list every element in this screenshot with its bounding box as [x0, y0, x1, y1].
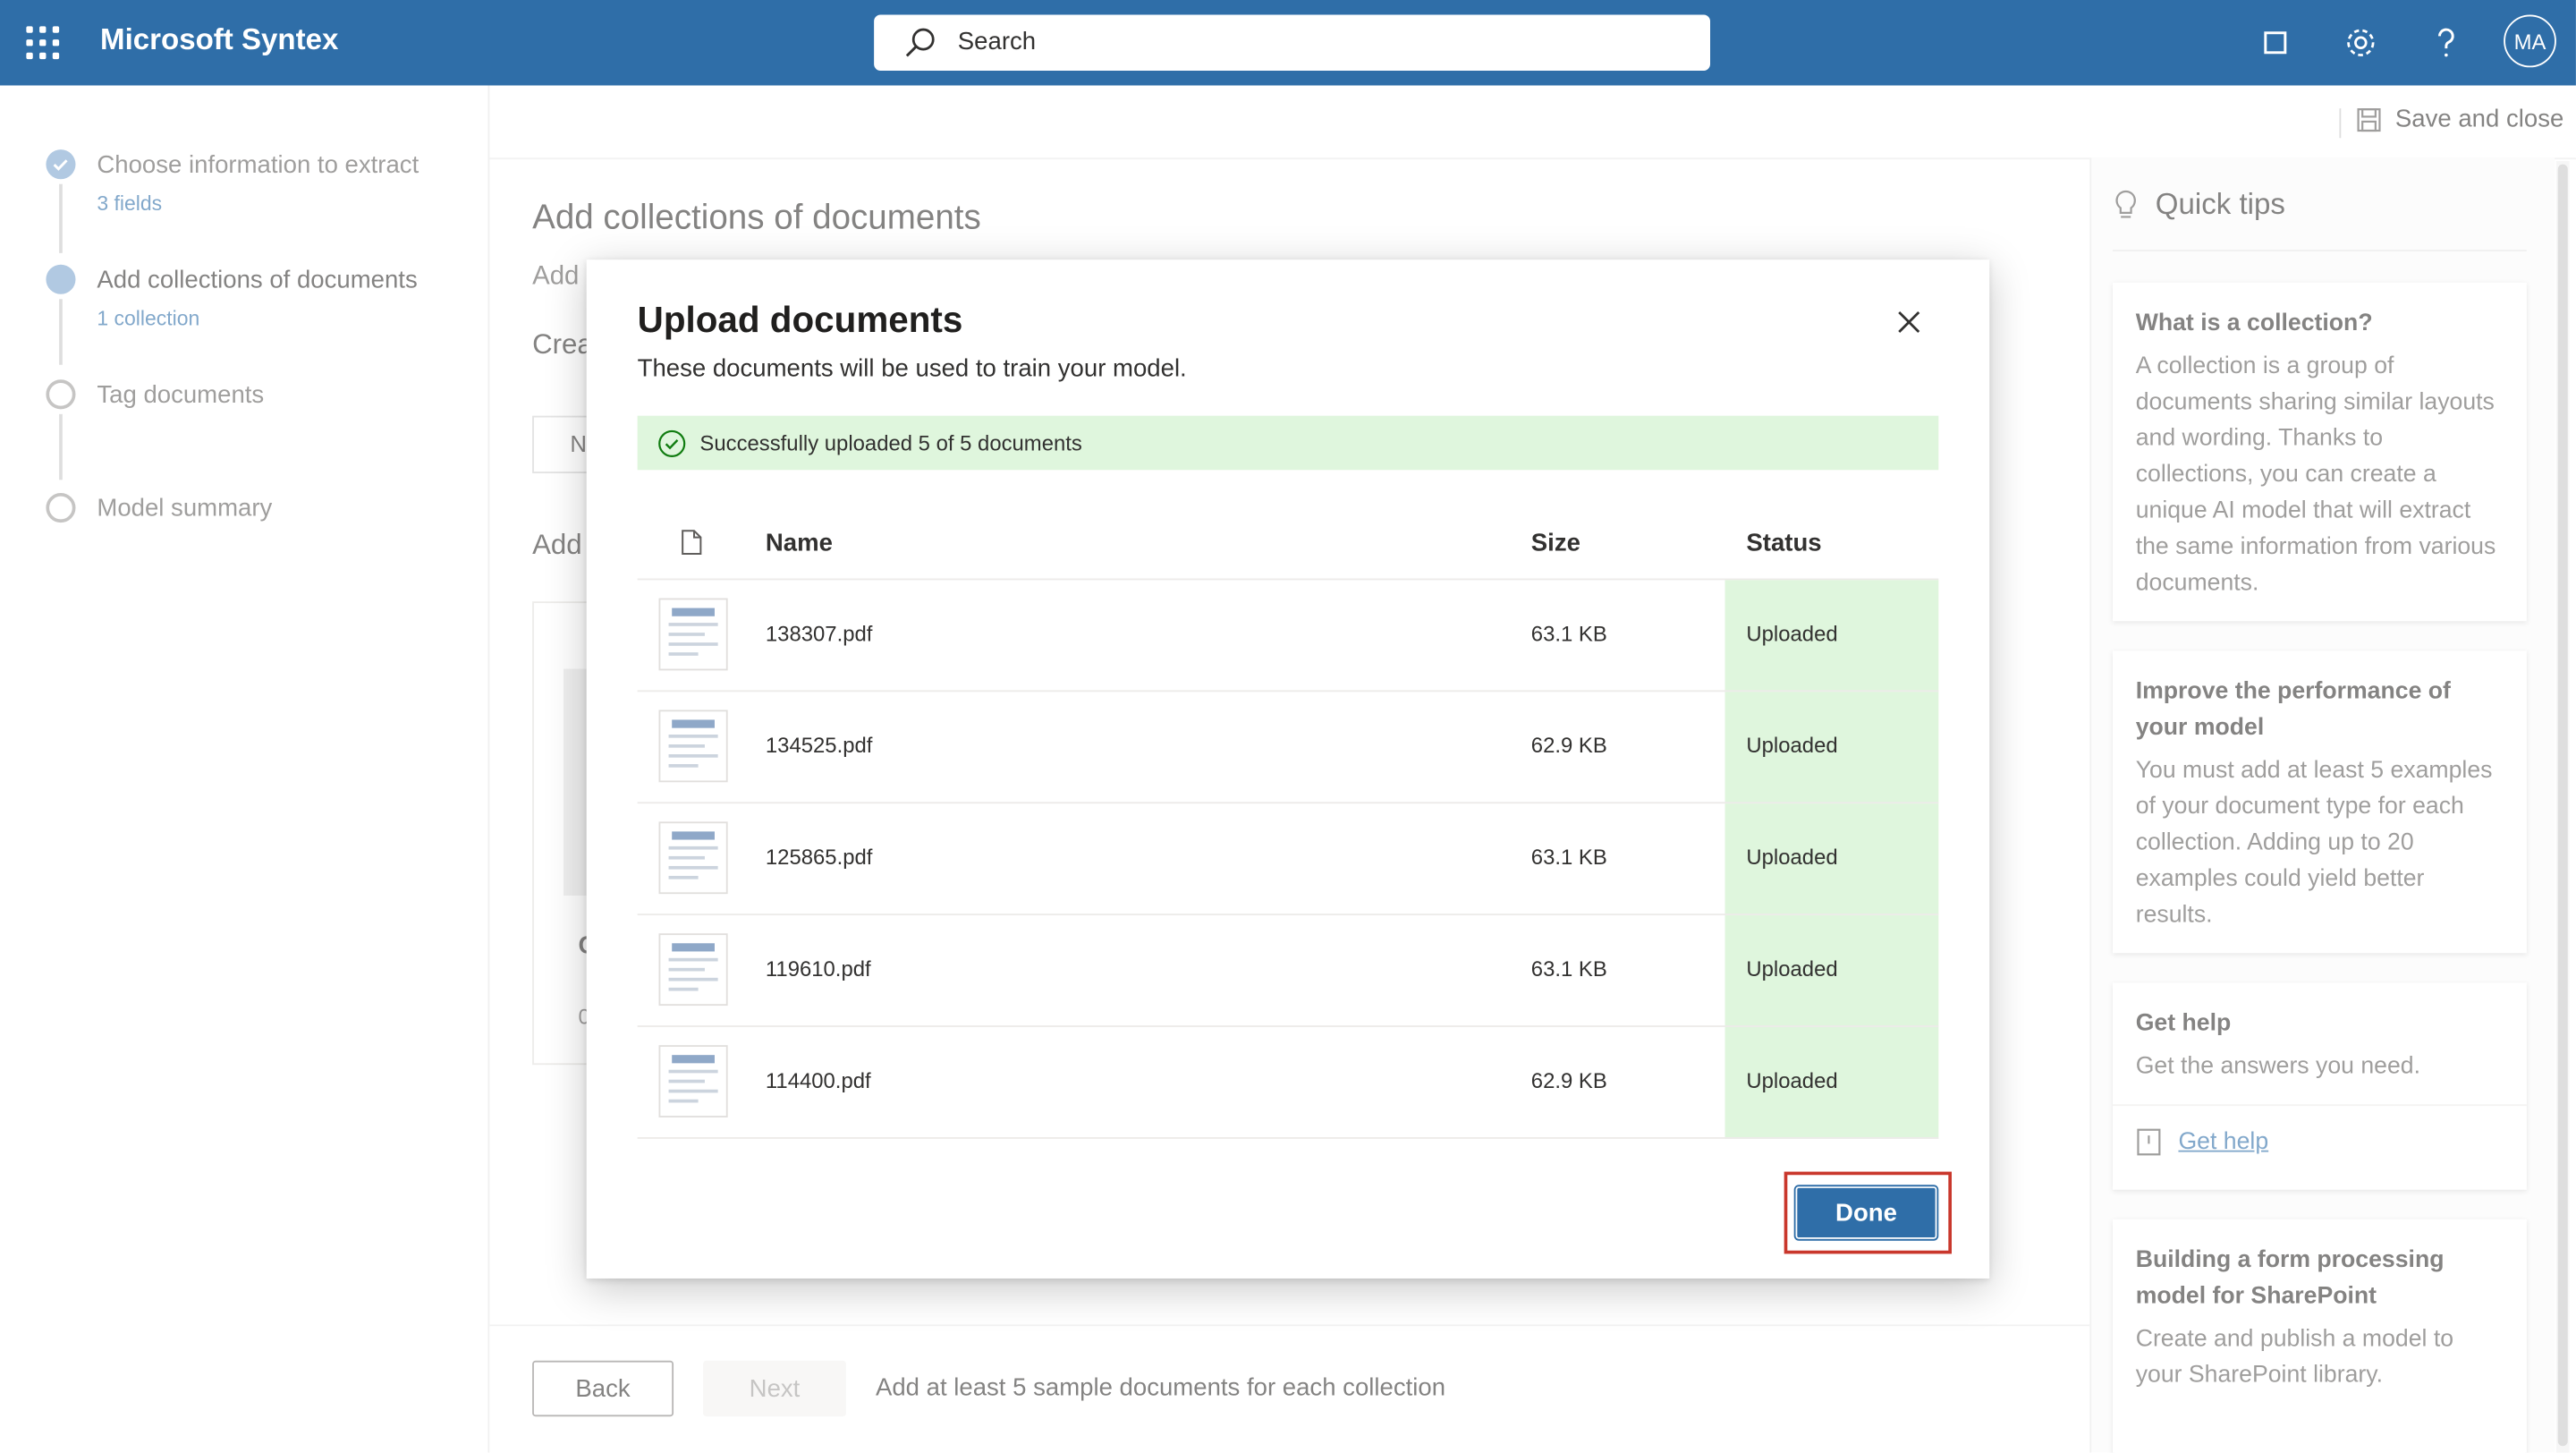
app-window: Microsoft Syntex Search MA Choose inform…	[0, 0, 2576, 1453]
file-size: 63.1 KB	[1530, 956, 1607, 981]
file-type-header	[680, 506, 703, 579]
search-box[interactable]: Search	[874, 14, 1711, 71]
table-row[interactable]: 114400.pdf 62.9 KB Uploaded	[637, 1025, 1939, 1139]
file-name: 125865.pdf	[765, 845, 873, 870]
file-name: 134525.pdf	[765, 733, 873, 758]
file-size: 62.9 KB	[1530, 1067, 1607, 1093]
success-message-bar: Successfully uploaded 5 of 5 documents	[637, 415, 1939, 471]
avatar[interactable]: MA	[2504, 14, 2556, 68]
file-status: Uploaded	[1724, 803, 1939, 916]
highlight-frame: Done	[1784, 1171, 1952, 1254]
pdf-thumbnail-icon	[658, 933, 728, 1007]
top-bar: Microsoft Syntex Search MA	[0, 0, 2576, 86]
column-header-status[interactable]: Status	[1746, 506, 1821, 579]
file-size: 63.1 KB	[1530, 621, 1607, 646]
column-header-name[interactable]: Name	[766, 506, 833, 579]
document-icon	[682, 530, 702, 555]
upload-documents-dialog: Upload documents These documents will be…	[586, 259, 1990, 1279]
done-button[interactable]: Done	[1795, 1186, 1937, 1239]
table-row[interactable]: 125865.pdf 63.1 KB Uploaded	[637, 802, 1939, 916]
pdf-thumbnail-icon	[658, 821, 728, 895]
app-title[interactable]: Microsoft Syntex	[100, 23, 338, 58]
file-status: Uploaded	[1724, 1026, 1939, 1139]
search-icon	[905, 28, 935, 57]
app-launcher-icon[interactable]	[26, 26, 60, 60]
file-name: 138307.pdf	[765, 621, 873, 646]
pdf-thumbnail-icon	[658, 598, 728, 671]
pdf-thumbnail-icon	[658, 1045, 728, 1117]
dialog-title: Upload documents	[637, 299, 963, 341]
file-status: Uploaded	[1724, 692, 1939, 804]
file-name: 114400.pdf	[765, 1067, 871, 1093]
gear-icon[interactable]	[2341, 23, 2380, 63]
divider	[637, 1136, 1939, 1139]
table-row[interactable]: 138307.pdf 63.1 KB Uploaded	[637, 578, 1939, 693]
close-icon[interactable]	[1896, 309, 1922, 335]
file-size: 63.1 KB	[1530, 845, 1607, 870]
pdf-thumbnail-icon	[658, 710, 728, 783]
file-size: 62.9 KB	[1530, 733, 1607, 758]
table-row[interactable]: 134525.pdf 62.9 KB Uploaded	[637, 690, 1939, 804]
file-status: Uploaded	[1724, 915, 1939, 1027]
my-day-icon[interactable]	[2256, 23, 2295, 63]
table-row[interactable]: 119610.pdf 63.1 KB Uploaded	[637, 913, 1939, 1027]
file-name: 119610.pdf	[765, 956, 871, 981]
search-input[interactable]: Search	[958, 28, 1036, 55]
column-header-size[interactable]: Size	[1531, 506, 1580, 579]
success-check-icon	[658, 429, 686, 457]
success-message: Successfully uploaded 5 of 5 documents	[699, 430, 1082, 455]
file-status: Uploaded	[1724, 580, 1939, 693]
help-icon[interactable]	[2427, 23, 2466, 63]
dialog-subtitle: These documents will be used to train yo…	[637, 354, 1187, 383]
